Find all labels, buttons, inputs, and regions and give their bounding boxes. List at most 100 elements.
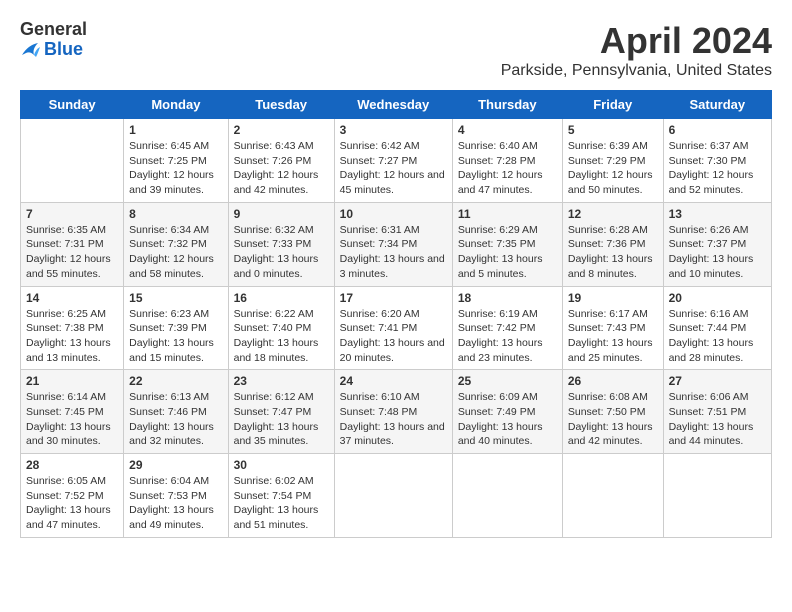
calendar-cell: 24 Sunrise: 6:10 AMSunset: 7:48 PMDayligh… <box>334 370 452 454</box>
calendar-cell: 19 Sunrise: 6:17 AMSunset: 7:43 PMDayligh… <box>562 286 663 370</box>
calendar-week-5: 28 Sunrise: 6:05 AMSunset: 7:52 PMDayligh… <box>21 454 772 538</box>
day-number: 8 <box>129 207 222 221</box>
header-cell-tuesday: Tuesday <box>228 91 334 119</box>
day-info: Sunrise: 6:45 AMSunset: 7:25 PMDaylight:… <box>129 139 222 198</box>
calendar-cell: 5 Sunrise: 6:39 AMSunset: 7:29 PMDaylight… <box>562 119 663 203</box>
day-number: 2 <box>234 123 329 137</box>
header-cell-wednesday: Wednesday <box>334 91 452 119</box>
header-cell-sunday: Sunday <box>21 91 124 119</box>
day-info: Sunrise: 6:17 AMSunset: 7:43 PMDaylight:… <box>568 307 658 366</box>
calendar-cell: 11Sunrise: 6:29 AMSunset: 7:35 PMDayligh… <box>452 202 562 286</box>
day-number: 6 <box>669 123 766 137</box>
day-number: 9 <box>234 207 329 221</box>
header-cell-monday: Monday <box>124 91 228 119</box>
calendar-cell: 14 Sunrise: 6:25 AMSunset: 7:38 PMDayligh… <box>21 286 124 370</box>
calendar-cell: 20 Sunrise: 6:16 AMSunset: 7:44 PMDayligh… <box>663 286 771 370</box>
day-info: Sunrise: 6:05 AMSunset: 7:52 PMDaylight:… <box>26 474 118 533</box>
header-cell-thursday: Thursday <box>452 91 562 119</box>
day-info: Sunrise: 6:16 AMSunset: 7:44 PMDaylight:… <box>669 307 766 366</box>
day-info: Sunrise: 6:32 AMSunset: 7:33 PMDaylight:… <box>234 223 329 282</box>
calendar-cell: 6Sunrise: 6:37 AMSunset: 7:30 PMDaylight… <box>663 119 771 203</box>
calendar-cell: 3Sunrise: 6:42 AMSunset: 7:27 PMDaylight… <box>334 119 452 203</box>
calendar-cell: 9 Sunrise: 6:32 AMSunset: 7:33 PMDaylight… <box>228 202 334 286</box>
calendar-week-4: 21 Sunrise: 6:14 AMSunset: 7:45 PMDayligh… <box>21 370 772 454</box>
day-number: 21 <box>26 374 118 388</box>
day-info: Sunrise: 6:23 AMSunset: 7:39 PMDaylight:… <box>129 307 222 366</box>
calendar-cell: 27 Sunrise: 6:06 AMSunset: 7:51 PMDayligh… <box>663 370 771 454</box>
day-number: 23 <box>234 374 329 388</box>
day-info: Sunrise: 6:10 AMSunset: 7:48 PMDaylight:… <box>340 390 447 449</box>
day-info: Sunrise: 6:06 AMSunset: 7:51 PMDaylight:… <box>669 390 766 449</box>
day-info: Sunrise: 6:40 AMSunset: 7:28 PMDaylight:… <box>458 139 557 198</box>
day-info: Sunrise: 6:28 AMSunset: 7:36 PMDaylight:… <box>568 223 658 282</box>
day-number: 30 <box>234 458 329 472</box>
calendar-cell: 16 Sunrise: 6:22 AMSunset: 7:40 PMDayligh… <box>228 286 334 370</box>
calendar-cell: 21 Sunrise: 6:14 AMSunset: 7:45 PMDayligh… <box>21 370 124 454</box>
calendar-cell: 29 Sunrise: 6:04 AMSunset: 7:53 PMDayligh… <box>124 454 228 538</box>
day-number: 1 <box>129 123 222 137</box>
day-number: 20 <box>669 291 766 305</box>
calendar-cell: 12Sunrise: 6:28 AMSunset: 7:36 PMDayligh… <box>562 202 663 286</box>
calendar-cell: 30 Sunrise: 6:02 AMSunset: 7:54 PMDayligh… <box>228 454 334 538</box>
title-area: April 2024 Parkside, Pennsylvania, Unite… <box>501 20 772 80</box>
calendar-cell: 7Sunrise: 6:35 AMSunset: 7:31 PMDaylight… <box>21 202 124 286</box>
day-number: 28 <box>26 458 118 472</box>
header: General Blue April 2024 Parkside, Pennsy… <box>20 20 772 80</box>
calendar-week-3: 14 Sunrise: 6:25 AMSunset: 7:38 PMDayligh… <box>21 286 772 370</box>
day-number: 4 <box>458 123 557 137</box>
day-info: Sunrise: 6:35 AMSunset: 7:31 PMDaylight:… <box>26 223 118 282</box>
day-number: 3 <box>340 123 447 137</box>
calendar-cell: 26 Sunrise: 6:08 AMSunset: 7:50 PMDayligh… <box>562 370 663 454</box>
calendar-cell <box>452 454 562 538</box>
calendar-cell <box>334 454 452 538</box>
day-number: 18 <box>458 291 557 305</box>
day-info: Sunrise: 6:14 AMSunset: 7:45 PMDaylight:… <box>26 390 118 449</box>
calendar-cell: 15 Sunrise: 6:23 AMSunset: 7:39 PMDayligh… <box>124 286 228 370</box>
day-number: 15 <box>129 291 222 305</box>
calendar-cell: 22 Sunrise: 6:13 AMSunset: 7:46 PMDayligh… <box>124 370 228 454</box>
day-info: Sunrise: 6:43 AMSunset: 7:26 PMDaylight:… <box>234 139 329 198</box>
header-cell-saturday: Saturday <box>663 91 771 119</box>
day-info: Sunrise: 6:09 AMSunset: 7:49 PMDaylight:… <box>458 390 557 449</box>
calendar-cell: 4 Sunrise: 6:40 AMSunset: 7:28 PMDaylight… <box>452 119 562 203</box>
day-info: Sunrise: 6:13 AMSunset: 7:46 PMDaylight:… <box>129 390 222 449</box>
day-number: 22 <box>129 374 222 388</box>
calendar-cell <box>21 119 124 203</box>
logo-blue-text: Blue <box>20 40 87 60</box>
day-number: 27 <box>669 374 766 388</box>
day-info: Sunrise: 6:12 AMSunset: 7:47 PMDaylight:… <box>234 390 329 449</box>
day-number: 26 <box>568 374 658 388</box>
day-info: Sunrise: 6:29 AMSunset: 7:35 PMDaylight:… <box>458 223 557 282</box>
day-info: Sunrise: 6:34 AMSunset: 7:32 PMDaylight:… <box>129 223 222 282</box>
day-number: 10 <box>340 207 447 221</box>
day-number: 24 <box>340 374 447 388</box>
day-info: Sunrise: 6:26 AMSunset: 7:37 PMDaylight:… <box>669 223 766 282</box>
day-number: 17 <box>340 291 447 305</box>
day-number: 5 <box>568 123 658 137</box>
calendar-cell: 2 Sunrise: 6:43 AMSunset: 7:26 PMDaylight… <box>228 119 334 203</box>
calendar-cell <box>562 454 663 538</box>
calendar-cell: 1 Sunrise: 6:45 AMSunset: 7:25 PMDaylight… <box>124 119 228 203</box>
calendar-table: SundayMondayTuesdayWednesdayThursdayFrid… <box>20 90 772 538</box>
day-info: Sunrise: 6:19 AMSunset: 7:42 PMDaylight:… <box>458 307 557 366</box>
day-number: 19 <box>568 291 658 305</box>
calendar-cell: 8 Sunrise: 6:34 AMSunset: 7:32 PMDaylight… <box>124 202 228 286</box>
calendar-cell: 17Sunrise: 6:20 AMSunset: 7:41 PMDayligh… <box>334 286 452 370</box>
bird-icon <box>20 41 42 59</box>
calendar-cell: 25 Sunrise: 6:09 AMSunset: 7:49 PMDayligh… <box>452 370 562 454</box>
day-info: Sunrise: 6:39 AMSunset: 7:29 PMDaylight:… <box>568 139 658 198</box>
day-info: Sunrise: 6:08 AMSunset: 7:50 PMDaylight:… <box>568 390 658 449</box>
logo-general-text: General <box>20 20 87 40</box>
day-number: 13 <box>669 207 766 221</box>
calendar-cell: 28 Sunrise: 6:05 AMSunset: 7:52 PMDayligh… <box>21 454 124 538</box>
day-info: Sunrise: 6:22 AMSunset: 7:40 PMDaylight:… <box>234 307 329 366</box>
day-number: 16 <box>234 291 329 305</box>
calendar-cell: 23 Sunrise: 6:12 AMSunset: 7:47 PMDayligh… <box>228 370 334 454</box>
day-number: 29 <box>129 458 222 472</box>
day-number: 25 <box>458 374 557 388</box>
day-info: Sunrise: 6:04 AMSunset: 7:53 PMDaylight:… <box>129 474 222 533</box>
day-number: 14 <box>26 291 118 305</box>
day-info: Sunrise: 6:25 AMSunset: 7:38 PMDaylight:… <box>26 307 118 366</box>
page-title: April 2024 <box>501 20 772 62</box>
day-info: Sunrise: 6:02 AMSunset: 7:54 PMDaylight:… <box>234 474 329 533</box>
